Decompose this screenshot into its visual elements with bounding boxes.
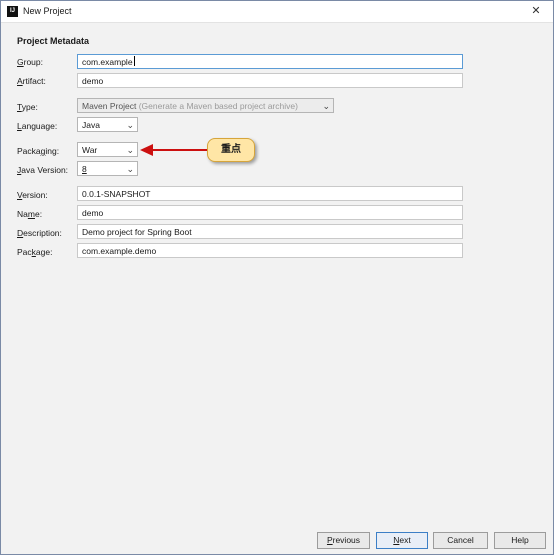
new-project-window: IJ New Project ✕ Project Metadata Group:… (0, 0, 554, 555)
version-label: Version: (17, 190, 48, 200)
callout-note: 重点 (207, 138, 255, 162)
window-title: New Project (23, 6, 72, 16)
description-input[interactable]: Demo project for Spring Boot (77, 224, 463, 239)
name-input[interactable]: demo (77, 205, 463, 220)
group-label: Group: (17, 57, 43, 67)
packaging-label: Packaging: (17, 146, 60, 156)
java-version-select[interactable]: 8 ⌄ (77, 161, 138, 176)
package-input[interactable]: com.example.demo (77, 243, 463, 258)
description-label: Description: (17, 228, 62, 238)
next-button[interactable]: Next (376, 532, 428, 549)
chevron-down-icon: ⌄ (126, 120, 134, 130)
chevron-down-icon: ⌄ (322, 101, 330, 111)
close-icon[interactable]: ✕ (529, 4, 543, 18)
chevron-down-icon: ⌄ (126, 145, 134, 155)
version-input[interactable]: 0.0.1-SNAPSHOT (77, 186, 463, 201)
artifact-label: Artifact: (17, 76, 46, 86)
java-version-label: Java Version: (17, 165, 69, 175)
title-bar: IJ New Project ✕ (1, 1, 553, 23)
type-select[interactable]: Maven Project (Generate a Maven based pr… (77, 98, 334, 113)
language-label: Language: (17, 121, 58, 131)
previous-button[interactable]: Previous (317, 532, 370, 549)
chevron-down-icon: ⌄ (126, 164, 134, 174)
intellij-app-icon: IJ (7, 6, 18, 17)
help-button[interactable]: Help (494, 532, 546, 549)
group-input[interactable]: com.example (77, 54, 463, 69)
packaging-select[interactable]: War ⌄ (77, 142, 138, 157)
section-title: Project Metadata (17, 36, 90, 46)
language-select[interactable]: Java ⌄ (77, 117, 138, 132)
type-label: Type: (17, 102, 38, 112)
cancel-button[interactable]: Cancel (433, 532, 488, 549)
name-label: Name: (17, 209, 43, 219)
package-label: Package: (17, 247, 53, 257)
red-arrow (140, 144, 207, 156)
artifact-input[interactable]: demo (77, 73, 463, 88)
